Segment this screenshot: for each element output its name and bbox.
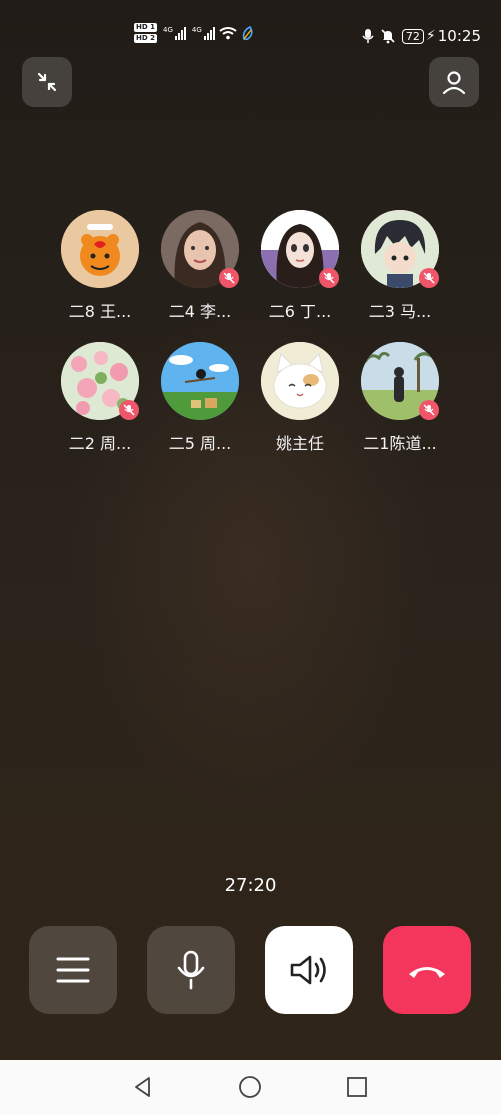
network1-label: 4G (162, 26, 173, 34)
recents-square-icon (347, 1077, 367, 1097)
home-circle-icon (239, 1076, 261, 1098)
mic-off-icon (223, 272, 235, 284)
mic-off-icon (323, 272, 335, 284)
sim-indicator: HD 1 HD 2 (134, 23, 157, 43)
end-call-button[interactable] (383, 926, 471, 1014)
muted-badge (419, 400, 439, 420)
avatar (361, 342, 439, 420)
network2-label: 4G (191, 26, 202, 34)
participant-name: 二1陈道... (363, 434, 437, 453)
participant-tile[interactable]: 二4 李... (150, 210, 250, 322)
participant-tile[interactable]: 姚主任 (250, 342, 350, 454)
status-bar: HD 1 HD 2 4G 4G 72 ⚡ 10:25 (0, 0, 501, 74)
muted-badge (119, 400, 139, 420)
app-leaf-icon (242, 25, 253, 41)
cat-avatar-image (261, 342, 339, 420)
participant-tile[interactable]: 二1陈道... (350, 342, 450, 454)
add-participant-button[interactable] (429, 57, 479, 107)
charging-icon: ⚡ (425, 28, 436, 44)
recents-button[interactable] (345, 1075, 369, 1099)
muted-badge (319, 268, 339, 288)
participant-tile[interactable]: 二2 周... (50, 342, 150, 454)
avatar (361, 210, 439, 288)
witch-landscape-avatar-image (161, 342, 239, 420)
microphone-toggle-button[interactable] (147, 926, 235, 1014)
battery-indicator: 72 (401, 28, 424, 44)
wifi-icon (219, 27, 237, 40)
participant-tile[interactable]: 二3 马... (350, 210, 450, 322)
participant-name: 二2 周... (68, 434, 132, 453)
avatar (61, 210, 139, 288)
participant-name: 二6 丁... (268, 302, 332, 321)
mic-off-icon (123, 404, 135, 416)
call-duration: 27:20 (224, 875, 277, 896)
signal-2-icon: 4G (192, 26, 215, 40)
collapse-arrows-icon (37, 72, 57, 92)
muted-badge (219, 268, 239, 288)
participant-name: 二8 王... (68, 302, 132, 321)
call-background (0, 0, 501, 1060)
back-triangle-icon (135, 1077, 150, 1097)
avatar (61, 342, 139, 420)
back-button[interactable] (131, 1075, 155, 1099)
avatar (261, 342, 339, 420)
muted-badge (419, 268, 439, 288)
participants-grid: 二8 王... 二4 李... 二6 丁... 二3 马... 二2 周... … (50, 210, 450, 454)
participant-tile[interactable]: 二5 周... (150, 342, 250, 454)
participant-tile[interactable]: 二8 王... (50, 210, 150, 322)
hang-up-icon (409, 967, 445, 978)
sim2-label: HD 2 (134, 34, 157, 43)
avatar (261, 210, 339, 288)
participant-name: 二4 李... (168, 302, 232, 321)
mic-off-icon (423, 272, 435, 284)
participant-name: 二3 马... (368, 302, 432, 321)
home-button[interactable] (238, 1075, 262, 1099)
participant-name: 姚主任 (275, 434, 324, 453)
signal-1-icon: 4G (163, 26, 186, 40)
minimize-call-button[interactable] (22, 57, 72, 107)
participant-name: 二5 周... (168, 434, 232, 453)
microphone-status-icon (362, 29, 374, 43)
microphone-icon (177, 950, 205, 990)
hamburger-menu-icon (56, 957, 90, 983)
avatar (161, 210, 239, 288)
avatar (161, 342, 239, 420)
sim1-label: HD 1 (134, 23, 157, 32)
speaker-toggle-button[interactable] (265, 926, 353, 1014)
clock: 10:25 (437, 27, 481, 45)
mic-off-icon (423, 404, 435, 416)
person-icon (442, 71, 466, 95)
participant-tile[interactable]: 二6 丁... (250, 210, 350, 322)
speaker-icon (290, 955, 326, 985)
tiger-avatar-image (61, 210, 139, 288)
bell-off-icon (381, 29, 395, 44)
menu-button[interactable] (29, 926, 117, 1014)
